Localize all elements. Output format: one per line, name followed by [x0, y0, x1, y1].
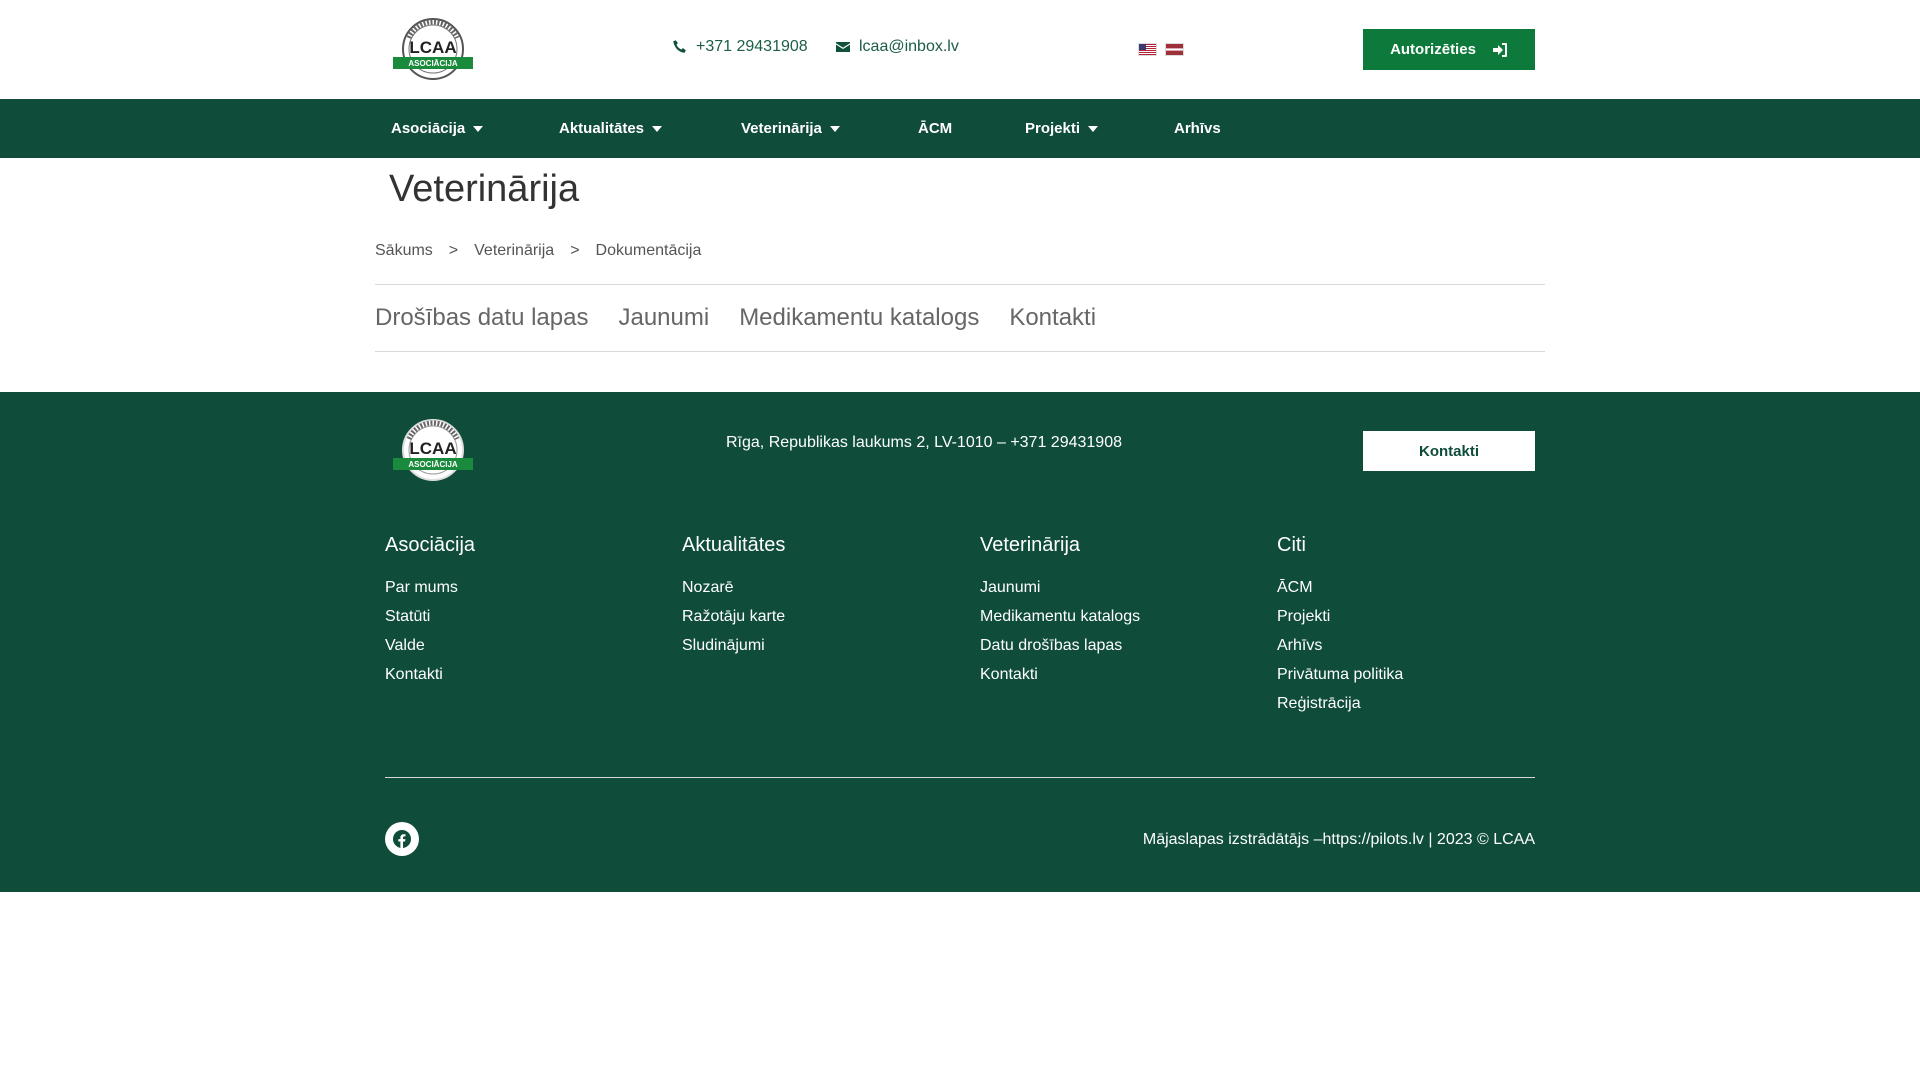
phone-icon	[673, 40, 686, 53]
site-header: LCAA ASOCIĀCIJA +371 29431908 lcaa@inbox…	[0, 0, 1920, 99]
latvia-flag-icon[interactable]	[1165, 43, 1184, 56]
nav-item-label: Asociācija	[391, 120, 466, 137]
nav-item-label: Projekti	[1025, 120, 1081, 137]
header-phone-link[interactable]: +371 29431908	[672, 38, 808, 56]
footer-column-asociacija: Asociācija Par mums Statūti Valde Kontak…	[385, 534, 645, 689]
footer-column-title: Aktualitātes	[682, 534, 786, 556]
tab-jaunumi[interactable]: Jaunumi	[618, 304, 709, 332]
nav-item-projekti[interactable]: Projekti	[1025, 99, 1099, 158]
footer-column-title: Asociācija	[385, 534, 476, 556]
nav-item-label: Arhīvs	[1174, 120, 1221, 137]
footer-link[interactable]: Nozarē	[682, 573, 942, 602]
footer-column-title: Veterinārija	[980, 534, 1081, 556]
footer-link[interactable]: Kontakti	[385, 660, 645, 689]
copyright-text: Mājaslapas izstrādātājs –https://pilots.…	[1142, 831, 1535, 848]
facebook-link[interactable]	[385, 822, 419, 856]
footer-link[interactable]: Par mums	[385, 573, 645, 602]
breadcrumb-current: Dokumentācija	[595, 242, 702, 259]
tab-medikamentu-katalogs[interactable]: Medikamentu katalogs	[739, 304, 979, 332]
footer-link[interactable]: Projekti	[1277, 602, 1537, 631]
footer-link[interactable]: Medikamentu katalogs	[980, 602, 1240, 631]
caret-down-icon	[829, 125, 840, 132]
footer-link[interactable]: Reģistrācija	[1277, 689, 1537, 718]
nav-item-label: Veterinārija	[741, 120, 822, 137]
header-email-link[interactable]: lcaa@inbox.lv	[835, 38, 959, 56]
breadcrumb-separator: >	[448, 242, 459, 259]
nav-item-veterinarija[interactable]: Veterinārija	[741, 99, 840, 158]
footer-address: Rīga, Republikas laukums 2, LV-1010 – +3…	[726, 434, 1122, 451]
footer-link[interactable]: Kontakti	[980, 660, 1240, 689]
nav-item-asociacija[interactable]: Asociācija	[391, 99, 484, 158]
footer-link[interactable]: Ražotāju karte	[682, 602, 942, 631]
section-tabs: Drošības datu lapas Jaunumi Medikamentu …	[375, 284, 1545, 352]
lcaa-logo-image: LCAA ASOCIĀCIJA	[393, 18, 473, 80]
main-navigation: Asociācija Aktualitātes Veterinārija ĀCM…	[0, 99, 1920, 158]
footer-contact-button[interactable]: Kontakti	[1363, 431, 1535, 471]
page-title: Veterinārija	[389, 168, 580, 210]
footer-link[interactable]: ĀCM	[1277, 573, 1537, 602]
sign-in-icon	[1492, 42, 1507, 57]
breadcrumb: Sākums > Veterinārija > Dokumentācija	[375, 242, 701, 260]
footer-link[interactable]: Jaunumi	[980, 573, 1240, 602]
lcaa-logo[interactable]: LCAA ASOCIĀCIJA	[387, 16, 479, 82]
logo-main-text: LCAA	[409, 439, 456, 458]
breadcrumb-separator: >	[570, 242, 580, 259]
login-button-label: Autorizēties	[1390, 41, 1476, 58]
nav-item-label: ĀCM	[918, 120, 953, 137]
site-footer: LCAA ASOCIĀCIJA Rīga, Republikas laukums…	[0, 392, 1920, 892]
footer-divider	[385, 777, 1535, 778]
caret-down-icon	[1088, 125, 1099, 132]
nav-item-acm[interactable]: ĀCM	[918, 99, 952, 158]
caret-down-icon	[473, 125, 484, 132]
nav-item-aktualitates[interactable]: Aktualitātes	[559, 99, 663, 158]
header-phone-text: +371 29431908	[696, 38, 808, 55]
caret-down-icon	[652, 125, 663, 132]
footer-link[interactable]: Sludinājumi	[682, 631, 942, 660]
logo-banner-text: ASOCIĀCIJA	[408, 460, 458, 469]
footer-column-veterinarija: Veterinārija Jaunumi Medikamentu katalog…	[980, 534, 1240, 689]
breadcrumb-veterinarija[interactable]: Veterinārija	[474, 242, 554, 260]
footer-column-title: Citi	[1277, 534, 1306, 556]
language-switcher	[1138, 43, 1184, 56]
lcaa-logo-image: LCAA ASOCIĀCIJA	[393, 419, 473, 481]
footer-link[interactable]: Valde	[385, 631, 645, 660]
footer-link[interactable]: Arhīvs	[1277, 631, 1537, 660]
us-flag-icon[interactable]	[1138, 43, 1157, 56]
logo-banner-text: ASOCIĀCIJA	[408, 59, 458, 68]
footer-link[interactable]: Datu drošības lapas	[980, 631, 1240, 660]
footer-column-citi: Citi ĀCM Projekti Arhīvs Privātuma polit…	[1277, 534, 1537, 718]
envelope-icon	[836, 42, 850, 52]
logo-main-text: LCAA	[409, 38, 456, 57]
tab-kontakti[interactable]: Kontakti	[1009, 304, 1096, 332]
tab-drosibas-datu-lapas[interactable]: Drošības datu lapas	[375, 304, 588, 332]
footer-lcaa-logo[interactable]: LCAA ASOCIĀCIJA	[387, 417, 479, 483]
footer-column-aktualitates: Aktualitātes Nozarē Ražotāju karte Sludi…	[682, 534, 942, 660]
nav-item-arhivs[interactable]: Arhīvs	[1174, 99, 1221, 158]
login-button[interactable]: Autorizēties	[1363, 29, 1535, 70]
footer-link[interactable]: Privātuma politika	[1277, 660, 1537, 689]
breadcrumb-home[interactable]: Sākums	[375, 242, 433, 260]
nav-item-label: Aktualitātes	[559, 120, 645, 137]
facebook-icon	[393, 830, 411, 848]
header-email-text: lcaa@inbox.lv	[859, 38, 959, 55]
footer-link[interactable]: Statūti	[385, 602, 645, 631]
